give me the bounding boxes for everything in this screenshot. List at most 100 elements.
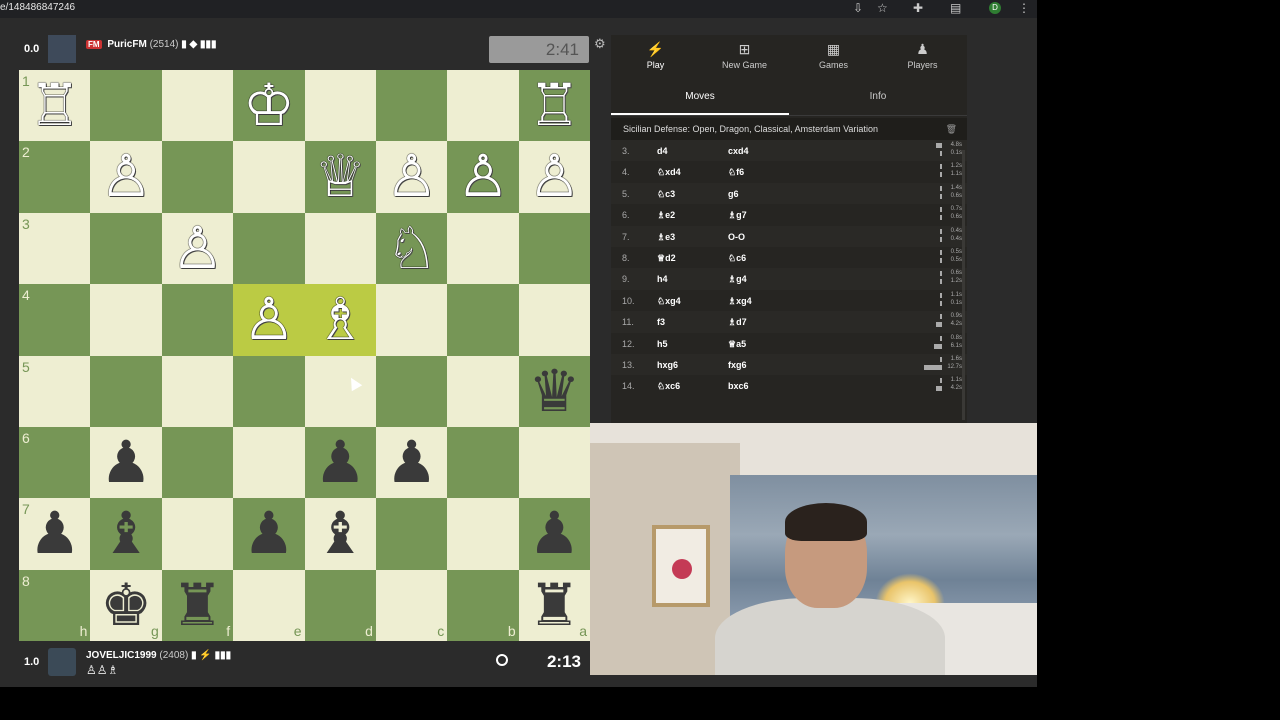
extensions-icon[interactable]: ✚ [913, 1, 923, 15]
white-move[interactable]: ♘xd4 [657, 167, 681, 178]
tab-new-game[interactable]: ⊞ New Game [700, 35, 789, 79]
board-square[interactable]: a ♜ [518, 569, 590, 641]
white-piece[interactable]: ♗ [305, 284, 376, 355]
board-square[interactable]: 7 ♟ [19, 498, 91, 570]
board-square[interactable]: ♟ [375, 426, 448, 499]
white-piece[interactable]: ♙ [519, 141, 590, 212]
board-square[interactable]: ♛ [518, 355, 590, 427]
white-move[interactable]: ♗e2 [657, 210, 675, 221]
board-square[interactable] [447, 284, 519, 356]
board-square[interactable] [161, 426, 234, 499]
board-square[interactable] [304, 355, 376, 427]
board-square[interactable] [518, 426, 590, 499]
board-square[interactable] [161, 355, 234, 427]
black-piece[interactable]: ♟ [233, 498, 304, 569]
board-square[interactable]: ♙ [375, 141, 448, 213]
gear-icon[interactable]: ⚙ [594, 36, 606, 52]
white-move[interactable]: d4 [657, 146, 668, 156]
white-move[interactable]: hxg6 [657, 360, 678, 370]
top-player-avatar[interactable] [48, 35, 76, 63]
board-square[interactable]: ♙ [90, 141, 162, 213]
black-move[interactable]: g6 [728, 189, 739, 199]
board-square[interactable] [375, 284, 448, 356]
bottom-player-avatar[interactable] [48, 648, 76, 676]
tab-games[interactable]: ▦ Games [789, 35, 878, 79]
white-piece[interactable]: ♙ [90, 141, 161, 212]
board-square[interactable]: ♕ [304, 141, 376, 213]
board-square[interactable] [447, 426, 519, 499]
white-move[interactable]: f3 [657, 317, 665, 327]
white-piece[interactable]: ♙ [447, 141, 518, 212]
black-piece[interactable]: ♝ [305, 498, 376, 569]
board-square[interactable]: 3 [19, 212, 91, 285]
white-piece[interactable]: ♖ [519, 70, 590, 141]
board-square[interactable] [375, 70, 448, 142]
board-square[interactable]: ♗ [304, 284, 376, 356]
board-square[interactable]: b [447, 569, 519, 641]
trash-icon[interactable]: 🗑 [946, 118, 957, 140]
board-square[interactable]: 2 [19, 141, 91, 213]
url-text[interactable]: e/148486847246 [0, 2, 75, 13]
profile-avatar[interactable]: D [989, 2, 1001, 14]
board-square[interactable]: 4 [19, 284, 91, 356]
board-square[interactable]: 5 [19, 355, 91, 427]
board-square[interactable] [447, 212, 519, 285]
board-square[interactable] [90, 212, 162, 285]
white-piece[interactable]: ♙ [376, 141, 447, 212]
board-square[interactable]: e [233, 569, 305, 641]
chess-board[interactable]: 1 ♖ ♔ ♖ 2 ♙ ♕ ♙ ♙ ♙ 3 ♙ ♘ 4 ♙ ♗ 5 ♛ 6 ♟ ♟ ♟ 7 ♟ ♝ ♟ ♝ ♟ 8 h g ♚ f ♜ e d c b a ♜ [19, 70, 590, 641]
board-square[interactable] [161, 70, 234, 142]
board-square[interactable]: d [304, 569, 376, 641]
board-square[interactable] [233, 355, 305, 427]
board-square[interactable]: ♟ [90, 426, 162, 499]
board-square[interactable] [90, 284, 162, 356]
board-square[interactable]: ♙ [233, 284, 305, 356]
white-move[interactable]: h4 [657, 274, 668, 284]
white-move[interactable]: ♘xc6 [657, 381, 680, 392]
board-square[interactable]: ♟ [233, 498, 305, 570]
board-square[interactable]: ♝ [90, 498, 162, 570]
white-move[interactable]: ♗e3 [657, 232, 675, 243]
board-square[interactable]: ♘ [375, 212, 448, 285]
board-square[interactable]: g ♚ [90, 569, 162, 641]
board-square[interactable] [233, 141, 305, 213]
white-move[interactable]: ♘xg4 [657, 296, 681, 307]
board-square[interactable]: 8h [19, 569, 91, 641]
white-piece[interactable]: ♙ [233, 284, 304, 355]
white-move[interactable]: ♕d2 [657, 253, 676, 264]
board-square[interactable]: ♟ [518, 498, 590, 570]
board-square[interactable] [447, 355, 519, 427]
tab-moves[interactable]: Moves [611, 79, 789, 115]
black-move[interactable]: ♗g7 [728, 210, 747, 221]
board-square[interactable] [233, 426, 305, 499]
black-piece[interactable]: ♟ [19, 498, 90, 569]
white-piece[interactable]: ♖ [19, 70, 90, 141]
menu-icon[interactable]: ⋮ [1018, 1, 1030, 15]
tab-info[interactable]: Info [789, 79, 967, 115]
board-square[interactable] [447, 498, 519, 570]
board-square[interactable]: ♟ [304, 426, 376, 499]
black-piece[interactable]: ♛ [519, 356, 590, 427]
board-square[interactable] [161, 498, 234, 570]
tab-play[interactable]: ⚡ Play [611, 35, 700, 79]
black-piece[interactable]: ♜ [162, 570, 233, 641]
board-square[interactable] [161, 141, 234, 213]
board-square[interactable] [375, 498, 448, 570]
white-piece[interactable]: ♔ [233, 70, 304, 141]
move-list[interactable]: 3. d4 cxd4 4.8s 0.1s 4. ♘xd4 ♘f6 1.2s 1.1s 5. ♘c3 g6… [611, 140, 967, 422]
black-move[interactable]: O-O [728, 232, 745, 242]
black-move[interactable]: ♗xg4 [728, 296, 752, 307]
white-piece[interactable]: ♕ [305, 141, 376, 212]
board-square[interactable]: ♔ [233, 70, 305, 142]
board-square[interactable]: ♙ [447, 141, 519, 213]
board-square[interactable] [90, 70, 162, 142]
board-square[interactable]: 1 ♖ [19, 70, 91, 142]
white-piece[interactable]: ♘ [376, 213, 447, 284]
black-move[interactable]: fxg6 [728, 360, 747, 370]
sidebar-icon[interactable]: ▤ [950, 1, 961, 15]
black-piece[interactable]: ♟ [519, 498, 590, 569]
white-move[interactable]: ♘c3 [657, 189, 675, 200]
black-piece[interactable]: ♟ [376, 427, 447, 498]
board-square[interactable] [518, 284, 590, 356]
black-move[interactable]: bxc6 [728, 381, 749, 391]
